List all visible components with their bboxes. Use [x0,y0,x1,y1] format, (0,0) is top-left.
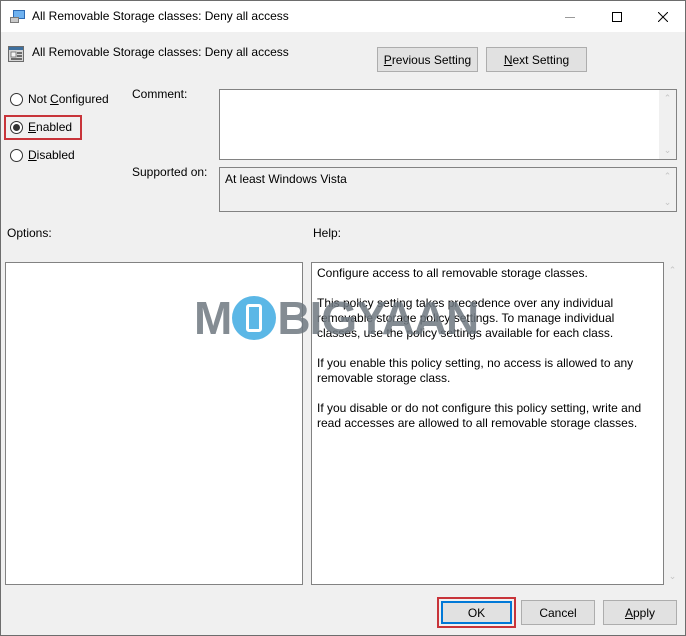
next-setting-accel: N [503,52,513,67]
supported-on-field: At least Windows Vista ⌃ ⌄ [219,167,677,212]
radio-label-not-configured: Not Configured [28,92,109,106]
supported-on-scrollbar[interactable]: ⌃ ⌄ [659,168,676,211]
maximize-icon [612,11,622,22]
policy-dialog-window: All Removable Storage classes: Deny all … [0,0,686,636]
radio-button-disabled[interactable] [10,148,23,162]
cancel-label: Cancel [539,605,577,620]
supported-on-value: At least Windows Vista [225,172,347,186]
options-label: Options: [7,226,52,240]
close-icon [658,11,668,22]
comment-scrollbar[interactable]: ⌃ ⌄ [659,90,676,159]
previous-setting-label: revious Setting [391,52,472,67]
previous-setting-button[interactable]: Previous Setting [377,47,478,72]
window-title: All Removable Storage classes: Deny all … [32,9,289,23]
scroll-down-icon[interactable]: ⌄ [664,568,681,585]
maximize-button[interactable] [594,1,640,32]
options-pane [5,262,303,585]
cancel-button[interactable]: Cancel [521,600,595,625]
help-pane: Configure access to all removable storag… [311,262,664,585]
supported-on-label: Supported on: [132,165,208,179]
comment-textarea[interactable]: ⌃ ⌄ [219,89,677,160]
radio-button-not-configured[interactable] [10,92,23,106]
close-button[interactable] [640,1,686,32]
apply-label: pply [633,605,656,620]
radio-disabled[interactable]: Disabled [10,148,75,162]
group-policy-app-icon [10,10,25,23]
minimize-button[interactable] [547,1,593,32]
scroll-up-icon[interactable]: ⌃ [664,262,681,279]
comment-label: Comment: [132,87,188,101]
ok-button[interactable]: OK [441,601,512,624]
radio-label-disabled: Disabled [28,148,75,162]
title-bar: All Removable Storage classes: Deny all … [1,1,685,32]
policy-setting-icon [8,46,24,62]
help-label: Help: [313,226,342,240]
help-paragraph: This policy setting takes precedence ove… [317,296,615,340]
scroll-up-icon[interactable]: ⌃ [659,90,676,107]
policy-title: All Removable Storage classes: Deny all … [32,45,289,59]
ok-label: OK [467,605,486,620]
scroll-down-icon[interactable]: ⌄ [659,142,676,159]
radio-label-enabled: Enabled [28,120,73,134]
radio-enabled[interactable]: Enabled [10,120,72,134]
help-paragraph: If you disable or do not configure this … [317,401,642,430]
apply-button[interactable]: Apply [603,600,677,625]
scroll-up-icon[interactable]: ⌃ [659,168,676,185]
help-scrollbar[interactable]: ⌃ ⌄ [664,262,681,585]
next-setting-button[interactable]: Next Setting [486,47,587,72]
help-paragraph: Configure access to all removable storag… [317,266,588,280]
apply-accel: A [624,605,633,620]
help-paragraph: If you enable this policy setting, no ac… [317,356,634,385]
radio-not-configured[interactable]: Not Configured [10,92,109,106]
scroll-down-icon[interactable]: ⌄ [659,194,676,211]
previous-setting-accel: P [383,52,392,67]
radio-button-enabled[interactable] [10,120,23,134]
minimize-icon [565,16,575,18]
next-setting-label: ext Setting [512,52,570,67]
